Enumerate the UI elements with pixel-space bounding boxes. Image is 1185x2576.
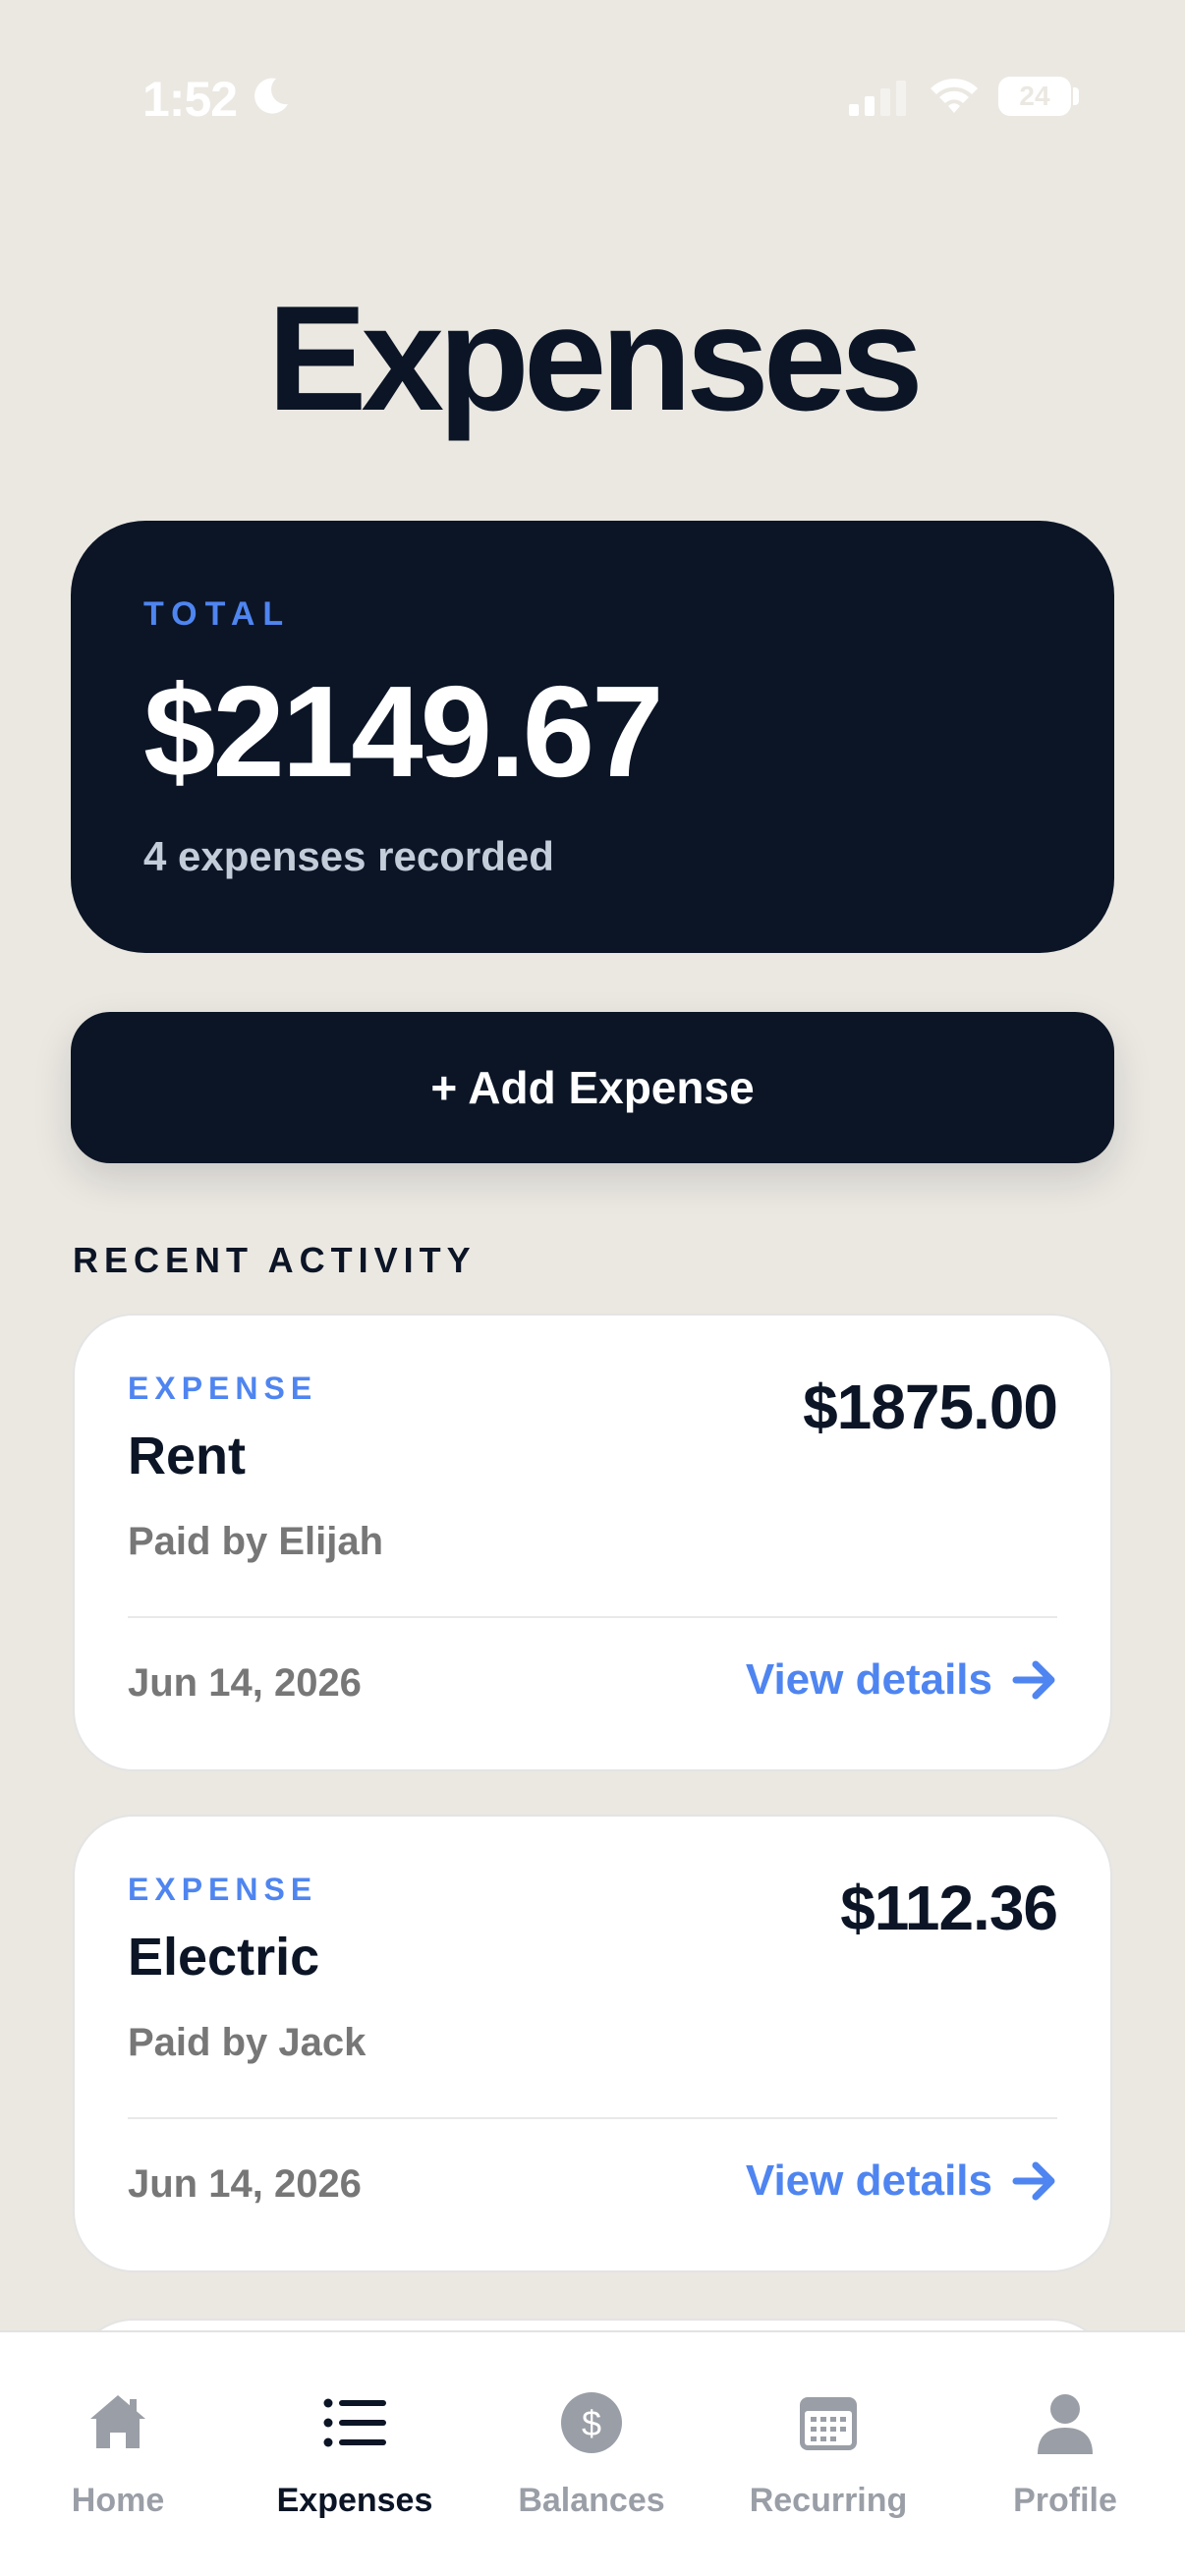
person-icon <box>1038 2394 1093 2454</box>
battery-cap <box>1073 87 1079 105</box>
expense-amount: $112.36 <box>840 1873 1058 1943</box>
expense-date: Jun 14, 2026 <box>128 1661 362 1705</box>
tab-label: Home <box>71 2482 165 2519</box>
recent-activity-heading: RECENT ACTIVITY <box>73 1240 477 1280</box>
tab-label: Expenses <box>276 2482 433 2519</box>
card-divider <box>128 2117 1057 2119</box>
tab-bar: Home Expenses $ Balances Recurring Profi… <box>0 2330 1185 2576</box>
status-time: 1:52 <box>142 72 238 127</box>
battery-level: 24 <box>1019 81 1050 111</box>
tab-label: Balances <box>518 2482 665 2519</box>
svg-text:$: $ <box>582 2403 601 2443</box>
expense-payer: Paid by Jack <box>128 2021 367 2064</box>
view-details-link[interactable]: View details <box>746 1655 1057 1705</box>
expense-type-label: EXPENSE <box>128 1872 318 1907</box>
house-icon <box>90 2395 145 2448</box>
calendar-icon <box>800 2397 857 2450</box>
expense-card[interactable]: EXPENSE Electric $112.36 Paid by Jack Ju… <box>73 1815 1112 2272</box>
page-title: Expenses <box>267 275 924 442</box>
view-details-link[interactable]: View details <box>746 2156 1057 2206</box>
total-label: TOTAL <box>143 595 292 633</box>
card-divider <box>128 1616 1057 1618</box>
tab-balances[interactable]: $ Balances <box>474 2332 709 2576</box>
expense-date: Jun 14, 2026 <box>128 2162 362 2206</box>
wifi-icon <box>931 79 978 113</box>
view-details-label: View details <box>745 1655 992 1704</box>
expenses-screen: 1:52 24 Expenses TOTAL $2149.67 4 expens… <box>0 0 1185 2576</box>
cellular-signal-icon <box>849 81 906 116</box>
view-details-label: View details <box>745 2156 992 2205</box>
battery-icon: 24 <box>998 77 1071 116</box>
moon-icon <box>254 78 288 114</box>
expense-payer: Paid by Elijah <box>128 1520 384 1563</box>
arrow-right-icon <box>1012 1660 1055 1700</box>
tab-recurring[interactable]: Recurring <box>710 2332 946 2576</box>
expense-title: Electric <box>128 1928 320 1987</box>
dollar-circle-icon: $ <box>561 2392 622 2453</box>
expense-title: Rent <box>128 1427 246 1485</box>
expense-type-label: EXPENSE <box>128 1371 318 1406</box>
expense-count: 4 expenses recorded <box>143 833 554 879</box>
total-card: TOTAL $2149.67 4 expenses recorded <box>71 521 1114 953</box>
tab-label: Profile <box>1013 2482 1117 2519</box>
tab-profile[interactable]: Profile <box>947 2332 1183 2576</box>
arrow-right-icon <box>1012 2161 1055 2201</box>
tab-home[interactable]: Home <box>0 2332 236 2576</box>
total-amount: $2149.67 <box>143 659 664 804</box>
expense-card[interactable]: EXPENSE Rent $1875.00 Paid by Elijah Jun… <box>73 1314 1112 1771</box>
list-icon <box>323 2398 386 2447</box>
tab-label: Recurring <box>749 2482 908 2519</box>
add-expense-button[interactable]: + Add Expense <box>71 1012 1114 1163</box>
status-bar: 1:52 24 <box>0 0 1185 187</box>
expense-amount: $1875.00 <box>803 1372 1058 1442</box>
tab-expenses[interactable]: Expenses <box>237 2332 473 2576</box>
